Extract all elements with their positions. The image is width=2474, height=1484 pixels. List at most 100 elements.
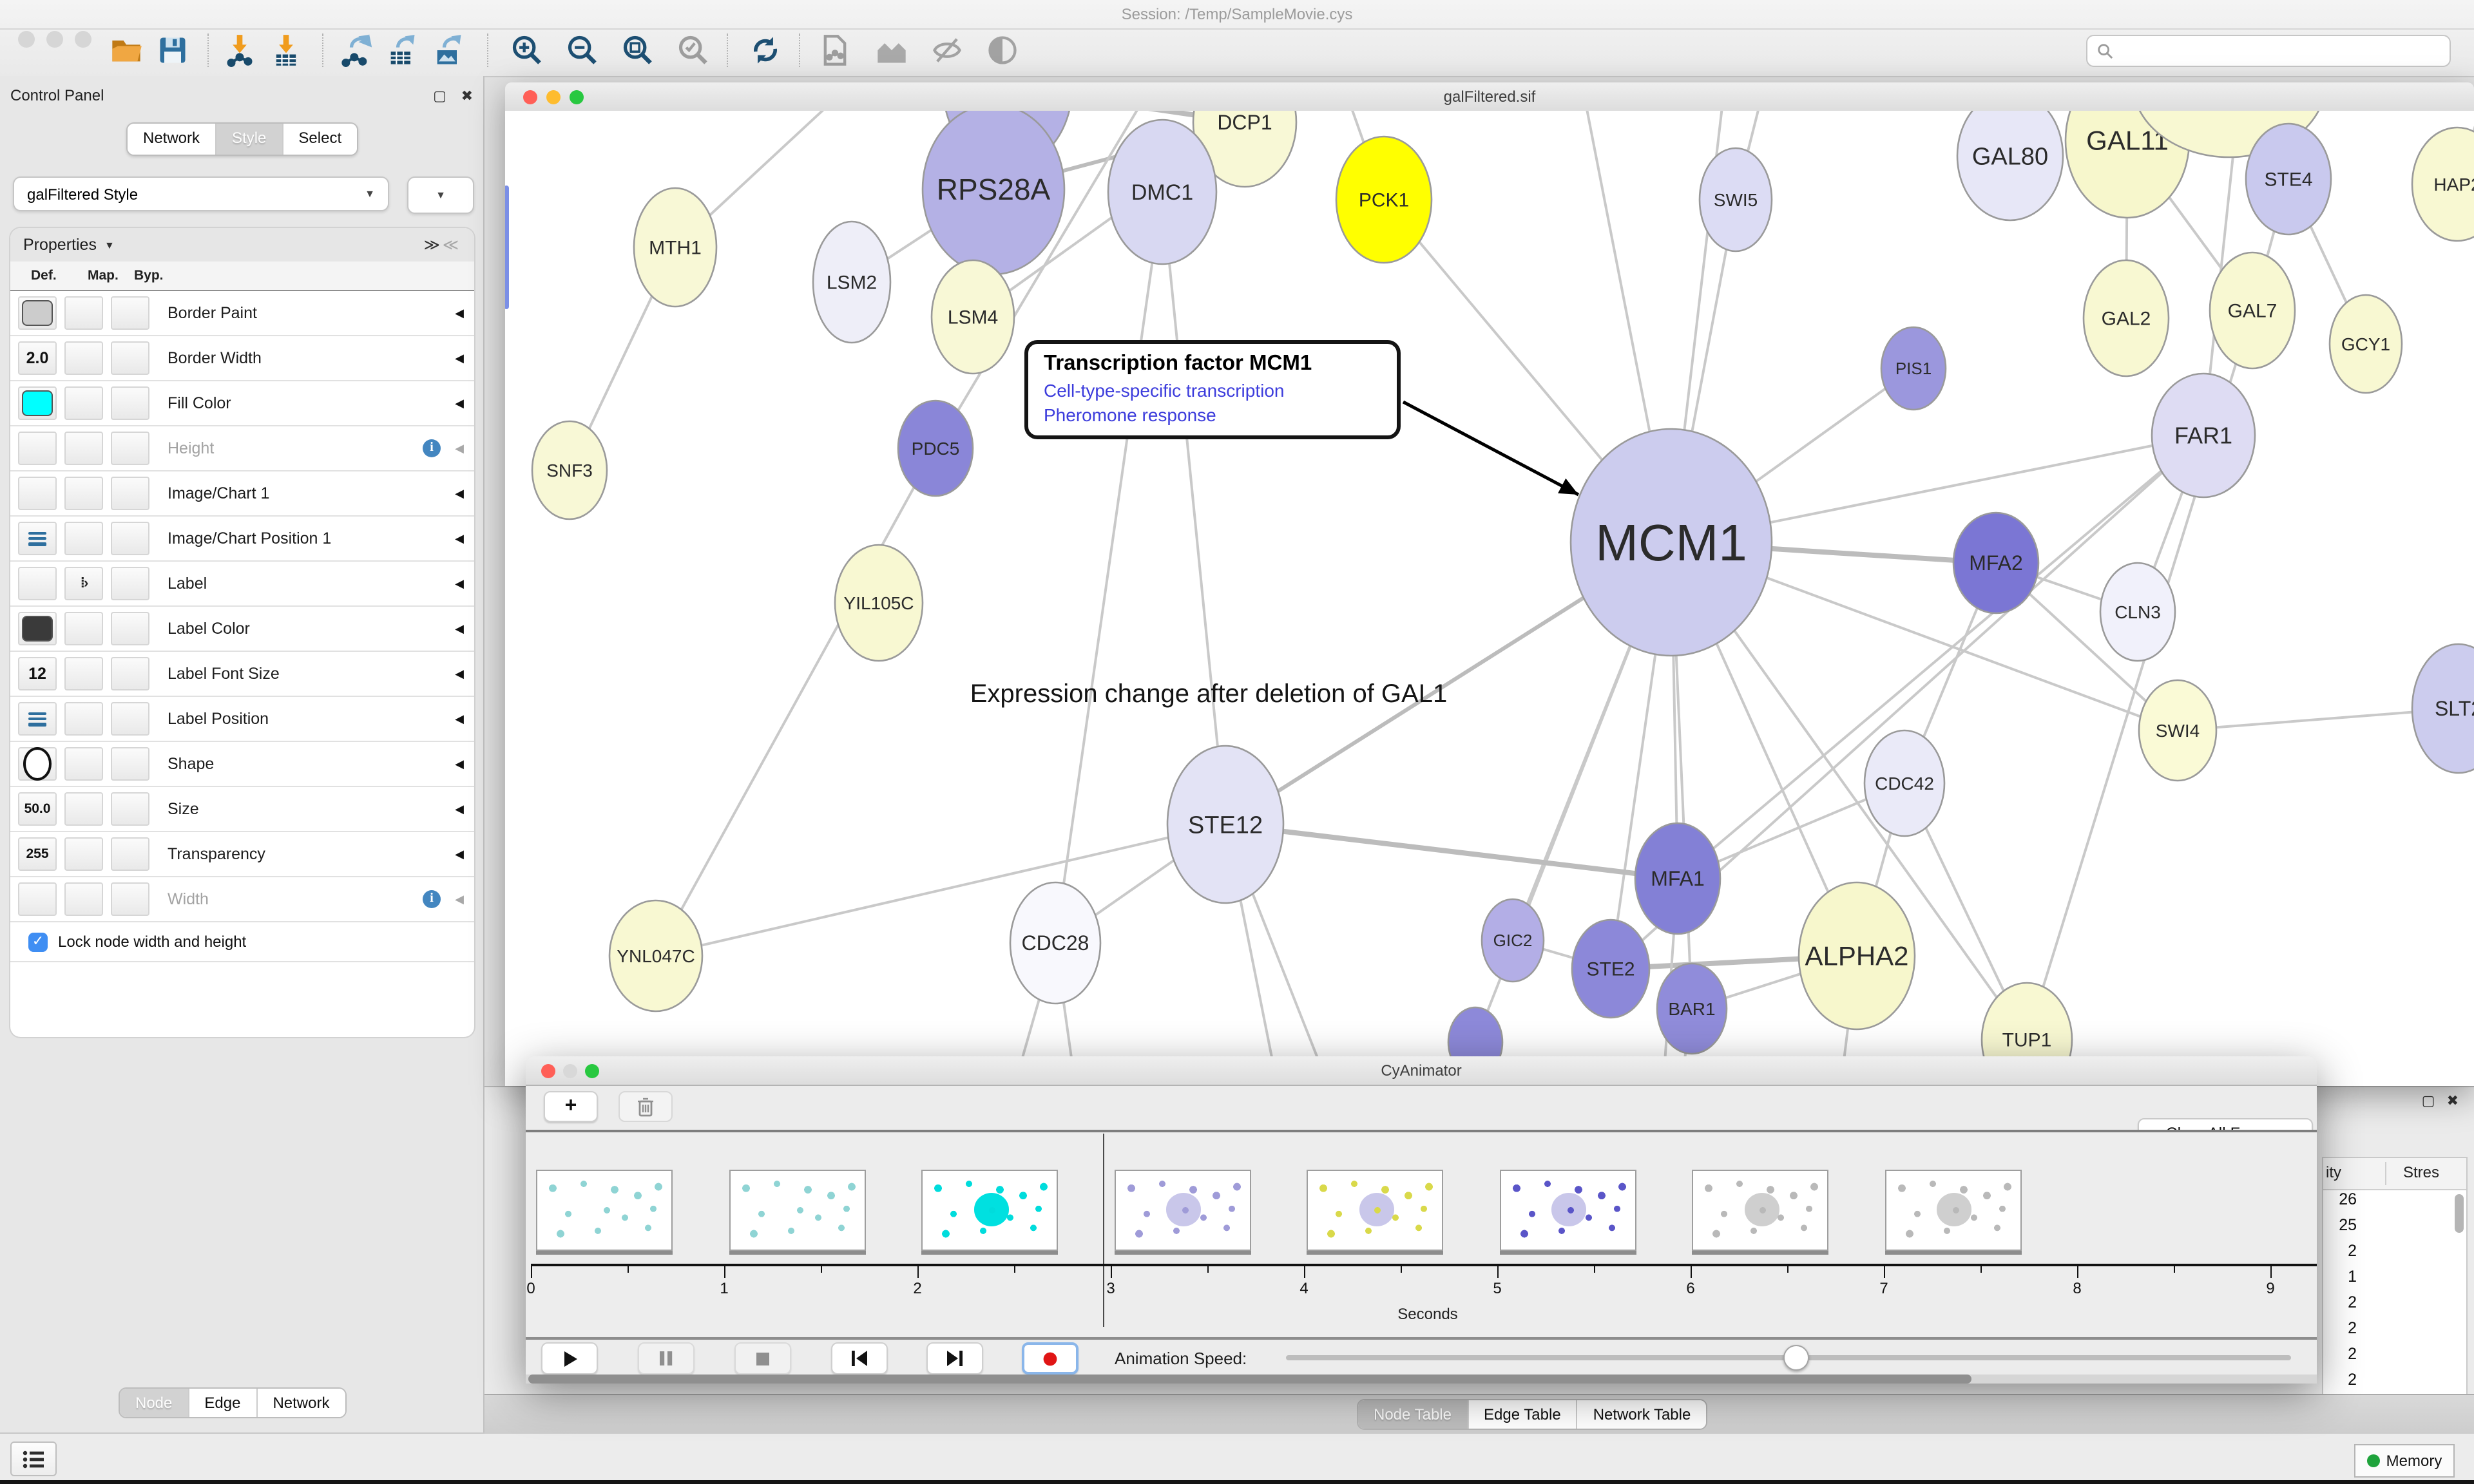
bypass-cell[interactable]: [111, 386, 149, 420]
frame-thumbnail-7[interactable]: [1692, 1170, 1828, 1251]
bypass-cell[interactable]: [111, 296, 149, 330]
minimize-window-button[interactable]: [46, 31, 63, 48]
tab-select[interactable]: Select: [283, 124, 357, 155]
frame-thumbnail-1[interactable]: [536, 1170, 673, 1251]
property-row[interactable]: 255Transparency◀: [10, 832, 474, 877]
default-value-cell[interactable]: [18, 432, 57, 465]
property-row[interactable]: Image/Chart 1◀: [10, 471, 474, 517]
bypass-cell[interactable]: [111, 657, 149, 690]
default-value-cell[interactable]: [18, 522, 57, 555]
expand-arrow-icon[interactable]: ◀: [455, 802, 464, 816]
annotation-link[interactable]: Cell-type-specific transcription: [1044, 380, 1381, 401]
table-cell[interactable]: 2: [2323, 1371, 2357, 1395]
table-cell[interactable]: 2: [2323, 1242, 2357, 1268]
tab-network-table[interactable]: Network Table: [1578, 1400, 1707, 1429]
table-column-header[interactable]: Stres: [2403, 1163, 2439, 1181]
default-value-cell[interactable]: 255: [18, 837, 57, 871]
bypass-cell[interactable]: [111, 567, 149, 600]
mapping-cell[interactable]: [64, 341, 103, 375]
cyanimator-titlebar[interactable]: CyAnimator: [526, 1056, 2317, 1086]
add-frame-button[interactable]: +: [544, 1091, 598, 1122]
annotation-box[interactable]: Transcription factor MCM1 Cell-type-spec…: [1024, 340, 1401, 439]
property-row[interactable]: Fill Color◀: [10, 381, 474, 426]
close-panel-icon[interactable]: ✖: [2447, 1094, 2459, 1109]
property-row[interactable]: Widthi◀: [10, 877, 474, 922]
file-network-icon[interactable]: [817, 32, 853, 68]
export-network-icon[interactable]: [338, 32, 374, 68]
bypass-cell[interactable]: [111, 792, 149, 826]
edge[interactable]: [1055, 192, 1162, 943]
default-value-cell[interactable]: [18, 477, 57, 510]
open-session-icon[interactable]: [108, 32, 144, 68]
export-table-icon[interactable]: [384, 32, 420, 68]
network-window-titlebar[interactable]: galFiltered.sif: [505, 82, 2474, 112]
mapping-cell[interactable]: [64, 747, 103, 781]
save-session-icon[interactable]: [155, 32, 191, 68]
style-options-button[interactable]: ▼: [407, 176, 474, 214]
play-button[interactable]: [541, 1342, 598, 1375]
chevron-down-icon[interactable]: ▼: [104, 239, 115, 251]
playhead[interactable]: [1103, 1134, 1104, 1327]
table-column-header[interactable]: ity: [2326, 1163, 2341, 1181]
mapping-cell[interactable]: [64, 296, 103, 330]
close-window-button[interactable]: [18, 31, 35, 48]
default-value-cell[interactable]: 2.0: [18, 341, 57, 375]
table-cell[interactable]: 25: [2323, 1216, 2357, 1242]
memory-button[interactable]: Memory: [2354, 1444, 2455, 1478]
expand-arrow-icon[interactable]: ◀: [455, 622, 464, 636]
frame-thumbnail-4[interactable]: [1114, 1170, 1251, 1251]
expand-arrow-icon[interactable]: ◀: [455, 351, 464, 365]
property-row[interactable]: ⁞›Label◀: [10, 562, 474, 607]
tab-network[interactable]: Network: [128, 124, 216, 155]
float-panel-icon[interactable]: ▢: [433, 89, 446, 104]
property-row[interactable]: 2.0Border Width◀: [10, 336, 474, 381]
bypass-cell[interactable]: [111, 882, 149, 916]
frame-thumbnail-6[interactable]: [1499, 1170, 1636, 1251]
refresh-view-icon[interactable]: [747, 32, 783, 68]
edge[interactable]: [1225, 824, 1678, 879]
mapping-cell[interactable]: [64, 702, 103, 736]
edge[interactable]: [656, 824, 1225, 956]
timeline-scrollbar[interactable]: [528, 1375, 1971, 1384]
zoom-in-icon[interactable]: [509, 32, 545, 68]
cp-tab-edge[interactable]: Edge: [189, 1389, 257, 1417]
slider-handle[interactable]: [1783, 1345, 1809, 1371]
property-row[interactable]: Image/Chart Position 1◀: [10, 517, 474, 562]
expand-arrow-icon[interactable]: ◀: [455, 531, 464, 546]
table-cell[interactable]: 1: [2323, 1268, 2357, 1293]
mapping-cell[interactable]: ⁞›: [64, 567, 103, 600]
expand-arrow-icon[interactable]: ◀: [455, 306, 464, 320]
mapping-cell[interactable]: [64, 882, 103, 916]
expand-arrow-icon[interactable]: ◀: [455, 576, 464, 591]
lock-checkbox[interactable]: ✓: [28, 932, 48, 951]
search-field[interactable]: [2086, 35, 2451, 67]
tab-edge-table[interactable]: Edge Table: [1468, 1400, 1578, 1429]
show-details-icon[interactable]: [984, 32, 1021, 68]
frames-timeline[interactable]: 0123456789 Seconds: [526, 1132, 2317, 1336]
expand-arrow-icon[interactable]: ◀: [455, 712, 464, 726]
float-panel-icon[interactable]: ▢: [2422, 1094, 2435, 1109]
home-icon[interactable]: [874, 32, 910, 68]
bypass-cell[interactable]: [111, 837, 149, 871]
network-canvas[interactable]: RPS28ADCP1DMC1PCK1MTH1LSM2LSM4SNF3PDC5YI…: [505, 111, 2474, 1086]
default-value-cell[interactable]: [18, 882, 57, 916]
go-to-start-button[interactable]: [831, 1342, 888, 1375]
frame-thumbnail-5[interactable]: [1307, 1170, 1443, 1251]
property-row[interactable]: 50.0Size◀: [10, 787, 474, 832]
default-value-cell[interactable]: [18, 702, 57, 736]
bypass-cell[interactable]: [111, 612, 149, 645]
default-value-cell[interactable]: [18, 386, 57, 420]
mapping-cell[interactable]: [64, 612, 103, 645]
expand-arrow-icon[interactable]: ◀: [455, 847, 464, 861]
frame-thumbnail-2[interactable]: [729, 1170, 865, 1251]
mapping-cell[interactable]: [64, 386, 103, 420]
property-row[interactable]: Heighti◀: [10, 426, 474, 471]
default-value-cell[interactable]: [18, 296, 57, 330]
bypass-cell[interactable]: [111, 477, 149, 510]
table-scrollbar[interactable]: [2455, 1194, 2464, 1233]
bypass-cell[interactable]: [111, 522, 149, 555]
expand-arrow-icon[interactable]: ◀: [455, 396, 464, 410]
close-panel-icon[interactable]: ✖: [461, 89, 473, 104]
property-row[interactable]: 12Label Font Size◀: [10, 652, 474, 697]
import-table-icon[interactable]: [268, 32, 304, 68]
